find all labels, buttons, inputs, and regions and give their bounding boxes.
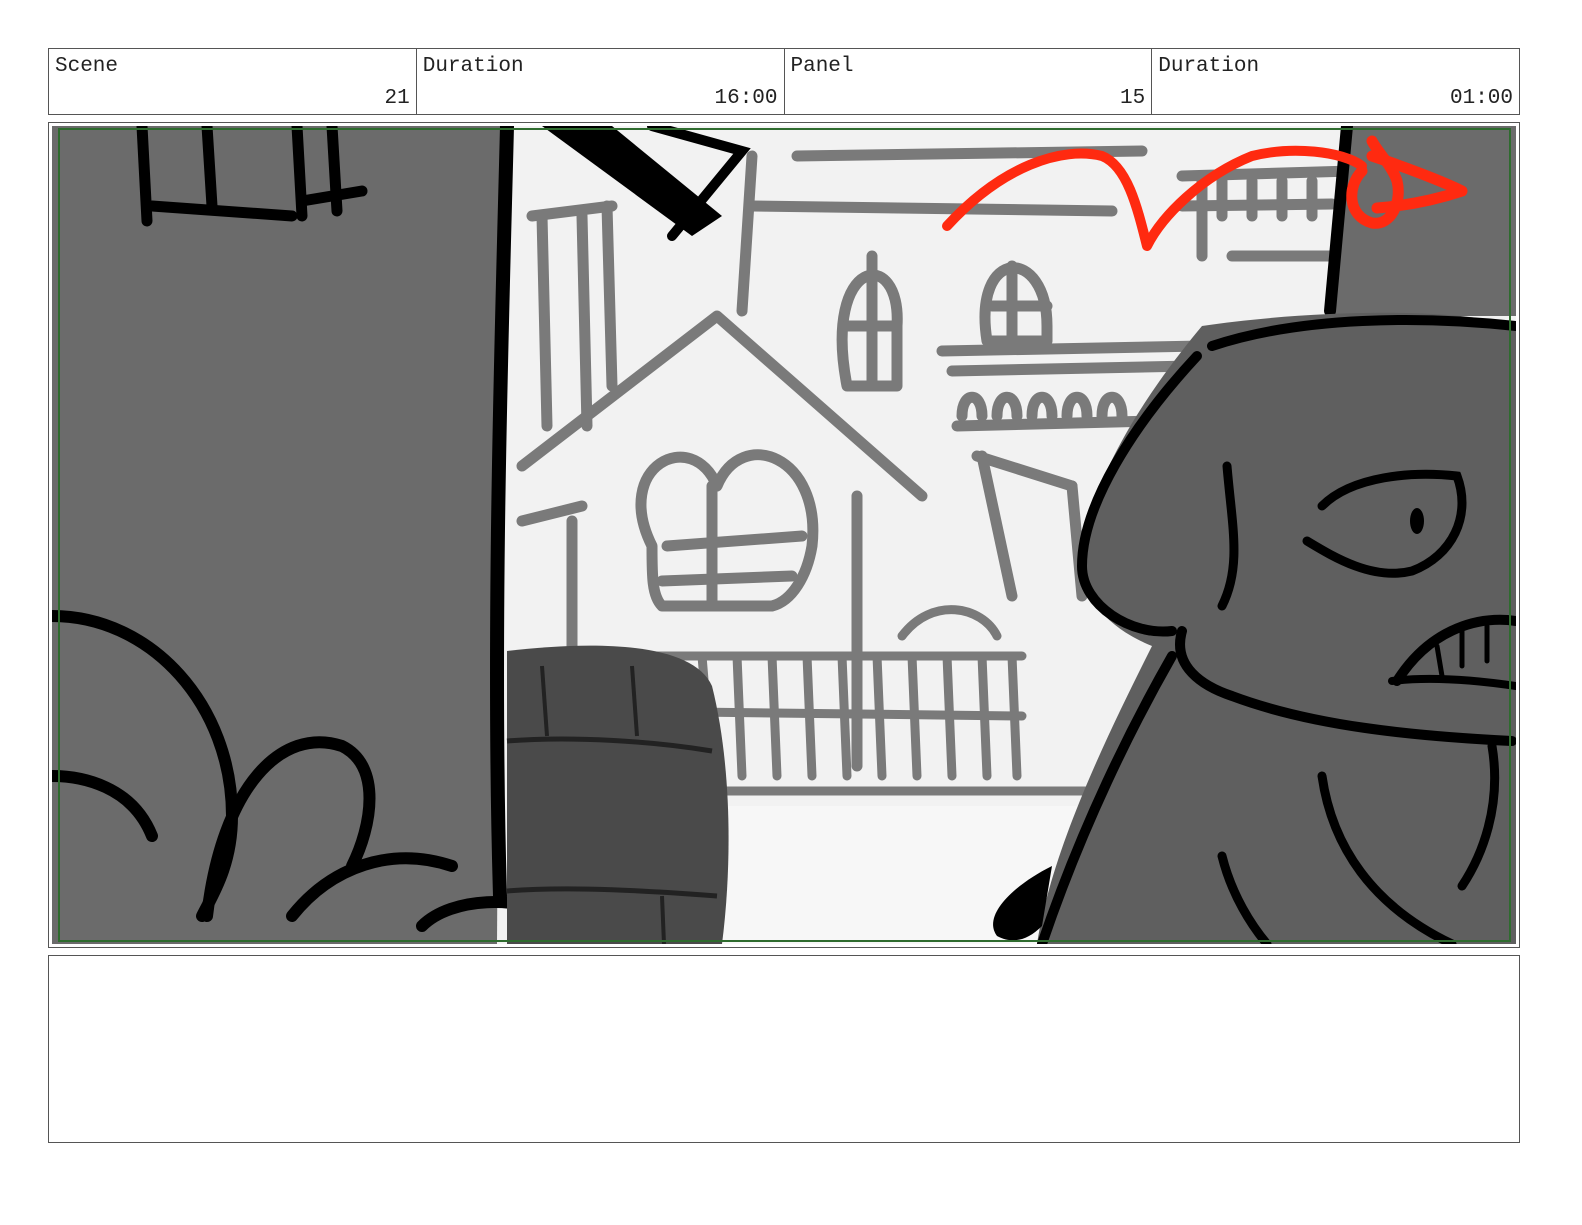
scene-cell: Scene 21 (49, 49, 417, 114)
panel-number: 15 (1120, 87, 1146, 110)
storyboard-drawing (52, 126, 1516, 944)
foreground-wall (52, 126, 502, 944)
panel-duration-value: 01:00 (1449, 87, 1513, 110)
scene-number: 21 (384, 87, 410, 110)
scene-duration-value: 16:00 (714, 87, 778, 110)
panel-cell: Panel 15 (785, 49, 1153, 114)
panel-notes-box[interactable] (48, 955, 1520, 1143)
panel-duration-label: Duration (1158, 55, 1260, 78)
scene-duration-cell: Duration 16:00 (417, 49, 785, 114)
scene-duration-label: Duration (422, 55, 524, 78)
panel-duration-cell: Duration 01:00 (1152, 49, 1519, 114)
scene-label: Scene (55, 55, 119, 78)
barrel-sketch (506, 645, 729, 944)
storyboard-panel-frame (48, 122, 1520, 948)
panel-label: Panel (790, 55, 854, 78)
panel-info-header: Scene 21 Duration 16:00 Panel 15 Duratio… (48, 48, 1520, 115)
